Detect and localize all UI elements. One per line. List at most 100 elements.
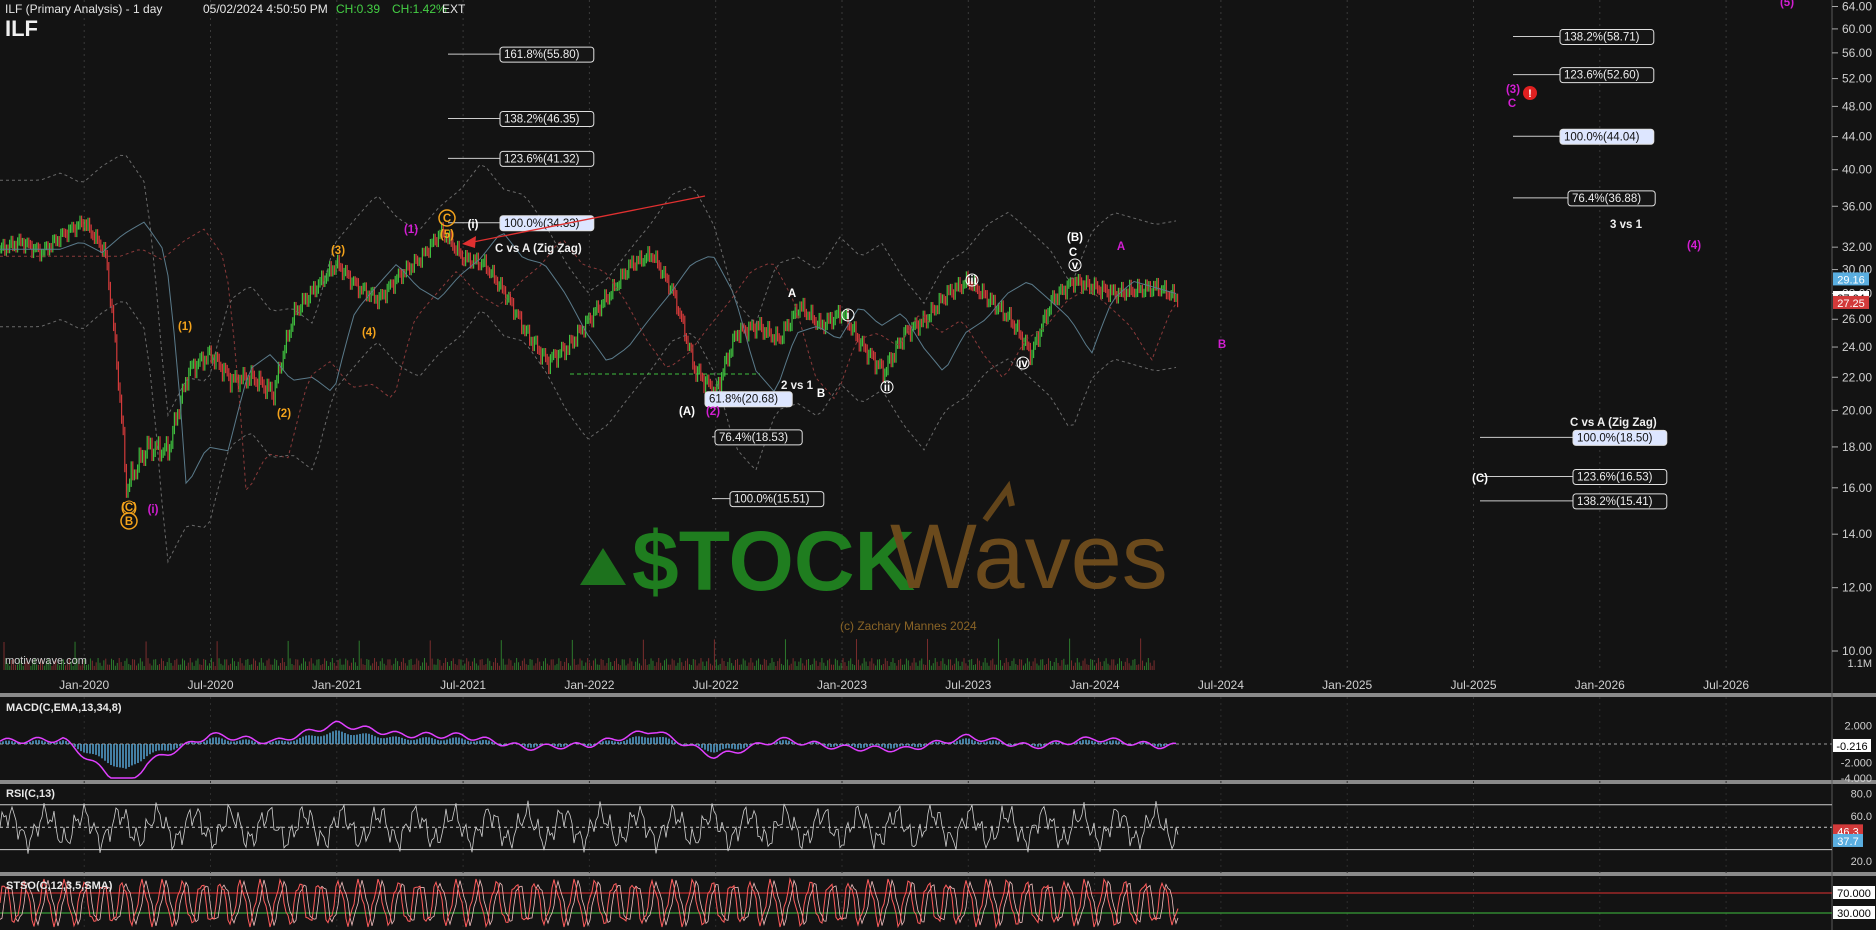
y-tick-label: 18.00 (1842, 440, 1872, 454)
wave-label: (C) (1472, 473, 1488, 485)
macd-y-tick: -4.000 (1841, 773, 1872, 785)
wave-label: A (788, 288, 796, 300)
x-tick-label: Jul-2020 (187, 678, 233, 692)
change-label: CH:0.39 (336, 2, 381, 16)
y-tick-label: 32.00 (1842, 240, 1872, 254)
wave-label: (4) (1687, 240, 1701, 252)
note-label: C vs A (Zig Zag) (1570, 417, 1657, 429)
x-tick-label: Jan-2025 (1322, 678, 1372, 692)
y-tick-label: 20.00 (1842, 403, 1872, 417)
fib-label: 61.8%(20.68) (709, 394, 778, 406)
note-label: 2 vs 1 (781, 380, 814, 392)
macd-y-tick: 2.000 (1844, 721, 1872, 733)
x-tick-label: Jan-2021 (312, 678, 362, 692)
stoch-y-tick: 70.000 (1837, 888, 1871, 900)
fib-label: 100.0%(18.50) (1577, 432, 1653, 444)
wave-label: (A) (679, 406, 695, 418)
fib-label: 161.8%(55.80) (504, 49, 580, 61)
symbol-title: ILF (Primary Analysis) - 1 day (5, 2, 163, 16)
x-tick-label: Jul-2021 (440, 678, 486, 692)
x-tick-label: Jan-2022 (564, 678, 614, 692)
wave-label: A (1117, 241, 1125, 253)
price-tag-label: 29.16 (1837, 274, 1865, 286)
y-tick-label: 10.00 (1842, 644, 1872, 658)
y-tick-label: 16.00 (1842, 481, 1872, 495)
change-pct-label: CH:1.42% (392, 2, 447, 16)
x-tick-label: Jan-2020 (59, 678, 109, 692)
wave-label: (1) (404, 224, 418, 236)
x-tick-label: Jan-2026 (1575, 678, 1625, 692)
wave-label: (2) (277, 408, 291, 420)
fib-label: 100.0%(44.04) (1564, 131, 1640, 143)
panel-separator-rsi (0, 780, 1876, 784)
copyright-label: (c) Zachary Mannes 2024 (840, 619, 977, 633)
wave-label: (C) (121, 502, 137, 514)
y-tick-label: 14.00 (1842, 527, 1872, 541)
fib-label: 138.2%(46.35) (504, 114, 580, 126)
note-label: C vs A (Zig Zag) (495, 243, 582, 255)
macd-line (0, 720, 1177, 779)
y-tick-label: 26.00 (1842, 312, 1872, 326)
y-tick-label: 52.00 (1842, 72, 1872, 86)
chart-window: Jan-2020 Jul-2020 Jan-2021 Jul-2021 Jan-2022… (0, 0, 1876, 930)
session-label: EXT (442, 2, 466, 16)
wave-label: (1) (178, 321, 192, 333)
macd-y-tick: -2.000 (1841, 757, 1872, 769)
x-tick-label: Jul-2025 (1450, 678, 1496, 692)
moving-average-line (0, 221, 1177, 485)
wave-label: ii (884, 382, 890, 394)
panel-separator-macd (0, 693, 1876, 697)
fib-label: 138.2%(15.41) (1577, 496, 1653, 508)
wave-label: iii (967, 275, 977, 287)
fib-label: 123.6%(52.60) (1564, 70, 1640, 82)
rsi-value-label: 37.7 (1837, 836, 1858, 848)
wave-label: C (1069, 247, 1077, 259)
red-arrow-head-icon (462, 236, 476, 248)
rsi-y-tick: 60.0 (1851, 811, 1872, 823)
wave-label: B (1218, 339, 1226, 351)
rsi-y-tick: 20.0 (1851, 856, 1872, 868)
stoch-y-tick: 30.000 (1837, 908, 1871, 920)
alert-icon-mark: ! (1528, 88, 1532, 100)
ticker-label: ILF (5, 16, 38, 41)
y-tick-label: 36.00 (1842, 199, 1872, 213)
wave-label: (3) (1506, 84, 1520, 96)
wave-label: v (1072, 260, 1079, 272)
note-label: 3 vs 1 (1610, 219, 1643, 231)
volume-axis-label: 1.1M (1848, 658, 1872, 670)
logo-text-waves: Waves (890, 506, 1168, 608)
price-tag-label: 27.25 (1837, 298, 1865, 310)
macd-panel-title: MACD(C,EMA,13,34,8) (6, 702, 122, 714)
moving-average-line (0, 154, 1177, 418)
x-tick-label: Jul-2022 (693, 678, 739, 692)
y-tick-label: 60.00 (1842, 22, 1872, 36)
y-tick-label: 12.00 (1842, 581, 1872, 595)
panel-separator-stoch (0, 872, 1876, 876)
wave-label: iv (1018, 358, 1028, 370)
wave-label: B (817, 388, 825, 400)
y-tick-label: 56.00 (1842, 46, 1872, 60)
wave-label: i (846, 310, 849, 322)
x-tick-label: Jul-2026 (1703, 678, 1749, 692)
macd-value-label: -0.216 (1836, 741, 1867, 753)
x-tick-label: Jan-2023 (817, 678, 867, 692)
fib-label: 76.4%(36.88) (1572, 193, 1641, 205)
chart-canvas[interactable]: Jan-2020 Jul-2020 Jan-2021 Jul-2021 Jan-2022… (0, 0, 1876, 930)
wave-label: (5) (440, 229, 454, 241)
wave-label: B (125, 516, 133, 528)
wave-label: (2) (706, 406, 720, 418)
y-tick-label: 64.00 (1842, 0, 1872, 14)
source-watermark: motivewave.com (5, 655, 87, 667)
y-tick-label: 22.00 (1842, 370, 1872, 384)
fib-label: 123.6%(16.53) (1577, 472, 1653, 484)
y-tick-label: 40.00 (1842, 163, 1872, 177)
fib-label: 100.0%(15.51) (734, 494, 810, 506)
logo-triangle-icon (580, 548, 626, 585)
wave-label: C (443, 213, 451, 225)
wave-label: (3) (331, 245, 345, 257)
wave-label: (i) (148, 504, 159, 516)
wave-label: (5) (1780, 0, 1794, 9)
x-tick-label: Jan-2024 (1070, 678, 1120, 692)
wave-label: (4) (362, 327, 376, 339)
x-tick-label: Jul-2024 (1198, 678, 1244, 692)
